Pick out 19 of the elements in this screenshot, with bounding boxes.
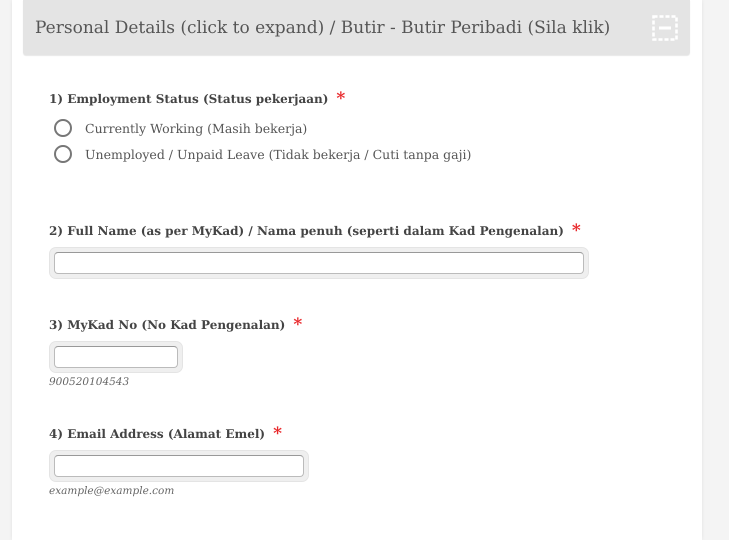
question-label: 3) MyKad No (No Kad Pengenalan) xyxy=(49,318,286,332)
required-mark: * xyxy=(293,315,302,335)
required-mark: * xyxy=(336,89,346,109)
text-field[interactable] xyxy=(49,247,589,279)
text-field[interactable] xyxy=(49,450,309,482)
field-hint: example@example.com xyxy=(49,485,176,497)
required-mark: * xyxy=(273,424,282,444)
question-label: 4) Email Address (Alamat Emel) xyxy=(49,427,266,441)
option-label: Currently Working (Masih bekerja) xyxy=(85,120,308,136)
section-title: Personal Details (click to expand) / Butir - Butir Peribadi (Sila klik) xyxy=(35,18,610,38)
radio-button[interactable] xyxy=(54,119,72,137)
text-field[interactable] xyxy=(49,341,183,373)
section-header[interactable]: Personal Details (click to expand) / Butir - Butir Peribadi (Sila klik) xyxy=(23,0,690,55)
option-label: Unemployed / Unpaid Leave (Tidak bekerja / Cuti tanpa gaji) xyxy=(85,146,472,162)
question-label: 1) Employment Status (Status pekerjaan) xyxy=(49,92,328,106)
field-hint: 900520104543 xyxy=(49,376,130,388)
required-mark: * xyxy=(572,221,581,241)
question-label: 2) Full Name (as per MyKad) / Nama penuh (seperti dalam Kad Pengenalan) xyxy=(49,224,564,238)
radio-button[interactable] xyxy=(54,145,72,163)
